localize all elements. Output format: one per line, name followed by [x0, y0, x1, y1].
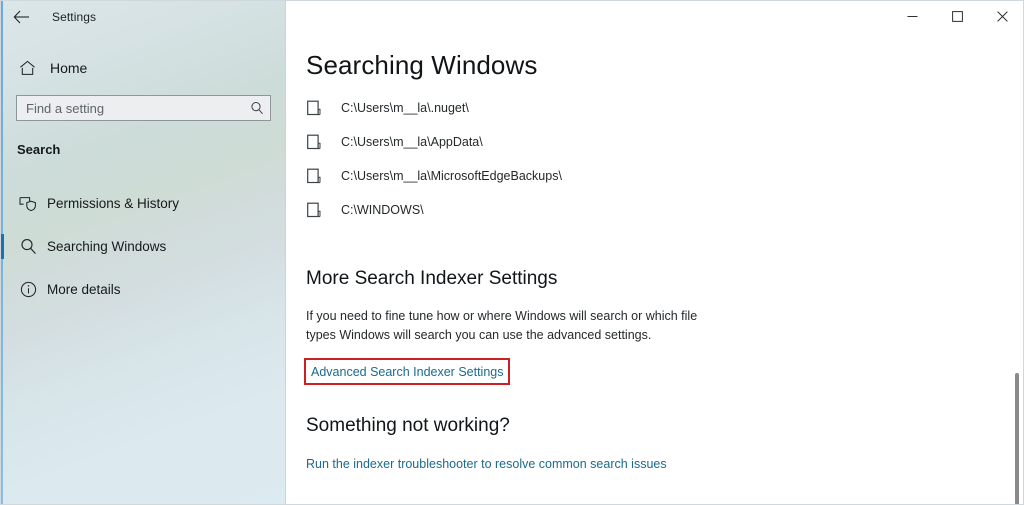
- sidebar-nav-list: Permissions & History Searching Windows: [1, 189, 286, 318]
- indexer-troubleshooter-link[interactable]: Run the indexer troubleshooter to resolv…: [306, 457, 667, 471]
- home-icon: [9, 60, 45, 76]
- sidebar-titlebar: Settings: [1, 1, 286, 33]
- info-circle-icon: [13, 281, 43, 298]
- list-item[interactable]: C:\WINDOWS\: [305, 200, 995, 220]
- sidebar-item-home-label: Home: [50, 60, 88, 76]
- list-item[interactable]: C:\Users\m__la\MicrosoftEdgeBackups\: [305, 166, 995, 186]
- sidebar-item-searching-windows[interactable]: Searching Windows: [1, 232, 286, 261]
- content-pane: Searching Windows C:\Users\m__la\.nuget\: [287, 1, 1023, 504]
- minimize-icon[interactable]: [890, 1, 935, 32]
- something-not-working-heading: Something not working?: [306, 415, 510, 436]
- folder-icon: [305, 99, 323, 117]
- advanced-settings-highlight: Advanced Search Indexer Settings: [304, 358, 510, 385]
- back-arrow-icon[interactable]: [1, 1, 41, 33]
- scrollbar-thumb[interactable]: [1015, 373, 1019, 504]
- more-search-indexer-settings-description: If you need to fine tune how or where Wi…: [306, 309, 698, 342]
- excluded-paths-list: C:\Users\m__la\.nuget\ C:\Users\m__la\Ap…: [305, 98, 995, 234]
- list-item-label: C:\WINDOWS\: [341, 203, 424, 217]
- advanced-search-indexer-settings-link[interactable]: Advanced Search Indexer Settings: [311, 365, 503, 379]
- sidebar-item-permissions-history-label: Permissions & History: [47, 196, 180, 211]
- folder-icon: [305, 201, 323, 219]
- search-box[interactable]: [16, 95, 271, 121]
- page-title: Searching Windows: [306, 50, 538, 80]
- sidebar-item-permissions-history[interactable]: Permissions & History: [1, 189, 286, 218]
- sidebar-item-home[interactable]: Home: [1, 54, 286, 82]
- list-item[interactable]: C:\Users\m__la\.nuget\: [305, 98, 995, 118]
- sidebar: Settings Home Search: [1, 1, 286, 504]
- sidebar-item-searching-windows-label: Searching Windows: [47, 239, 167, 254]
- close-icon[interactable]: [980, 1, 1023, 32]
- search-icon: [13, 238, 43, 255]
- list-item[interactable]: C:\Users\m__la\AppData\: [305, 132, 995, 152]
- window-controls: [890, 1, 1023, 32]
- sidebar-item-more-details[interactable]: More details: [1, 275, 286, 304]
- maximize-icon[interactable]: [935, 1, 980, 32]
- list-item-label: C:\Users\m__la\MicrosoftEdgeBackups\: [341, 169, 562, 183]
- window-title: Settings: [52, 10, 97, 24]
- scrollbar[interactable]: [1012, 33, 1023, 504]
- sidebar-section-label: Search: [17, 142, 61, 157]
- folder-icon: [305, 167, 323, 185]
- settings-window: Settings Home Search: [0, 0, 1024, 505]
- folder-icon: [305, 133, 323, 151]
- sidebar-item-more-details-label: More details: [47, 282, 121, 297]
- search-icon[interactable]: [244, 101, 270, 115]
- list-item-label: C:\Users\m__la\.nuget\: [341, 101, 469, 115]
- list-item-label: C:\Users\m__la\AppData\: [341, 135, 483, 149]
- more-search-indexer-settings-heading: More Search Indexer Settings: [306, 268, 558, 289]
- permissions-shield-icon: [13, 196, 43, 212]
- search-input[interactable]: [17, 96, 244, 120]
